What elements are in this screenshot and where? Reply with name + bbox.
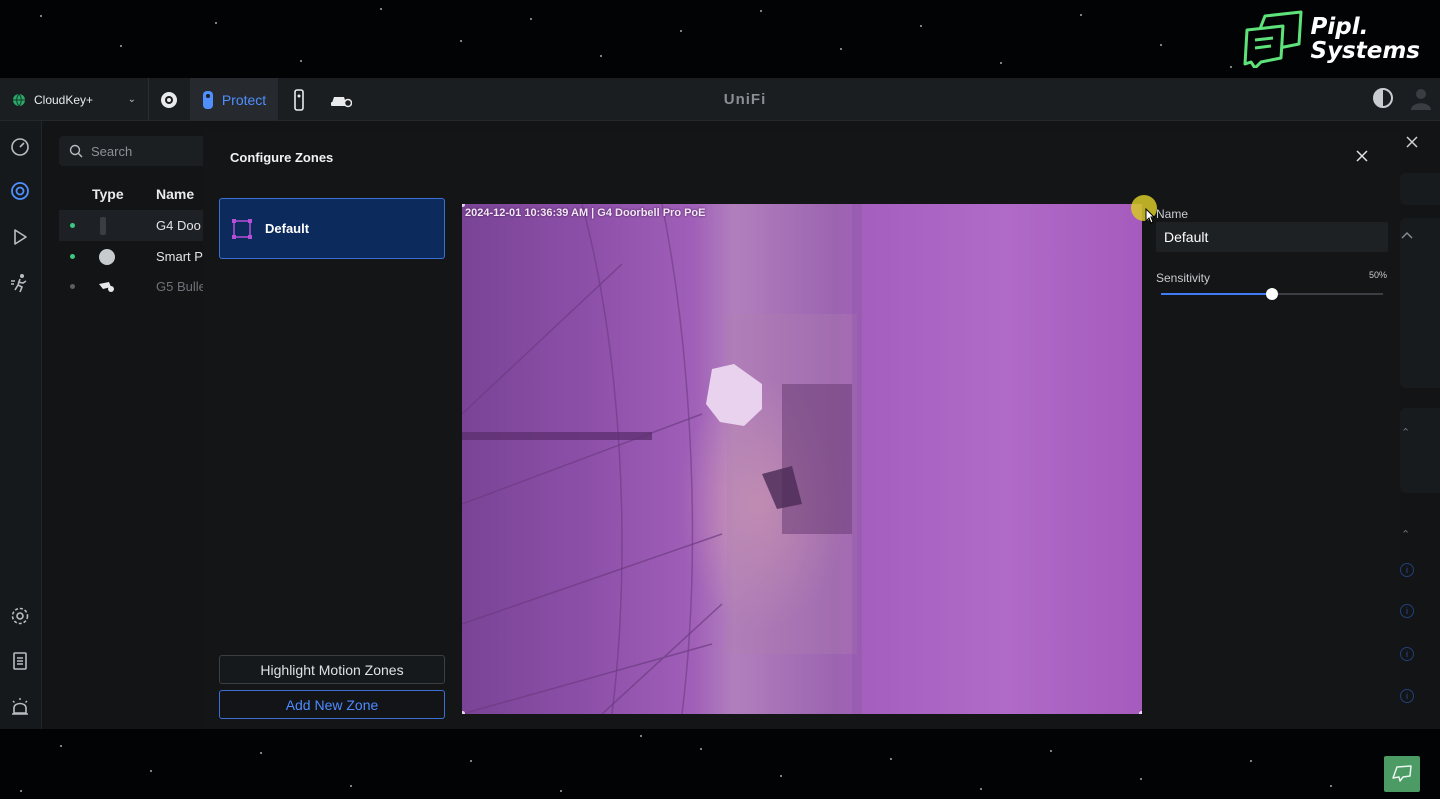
access-app-button[interactable]	[288, 78, 310, 121]
pipl-systems-logo-icon	[1243, 10, 1302, 68]
chevron-down-icon: ⌄	[127, 94, 136, 105]
theme-toggle-icon[interactable]	[1373, 88, 1393, 108]
top-bar: CloudKey+ ⌄ Protect UniFi	[0, 78, 1440, 121]
chat-button[interactable]	[1384, 756, 1420, 792]
device-list-panel: Search Type Name G4 Doo Smart P G5 Bulle	[43, 121, 229, 729]
doorbell-icon	[100, 216, 106, 235]
brand-name-line2: Systems	[1310, 38, 1421, 64]
bullet-camera-icon	[99, 281, 114, 292]
network-app-icon	[161, 91, 177, 108]
device-name: G5 Bulle	[156, 279, 206, 294]
zone-name-label: Name	[1156, 207, 1189, 221]
sensitivity-label: Sensitivity	[1156, 271, 1211, 285]
device-name: G4 Doo	[156, 218, 201, 233]
add-new-zone-button[interactable]: Add New Zone	[219, 690, 445, 719]
info-icon[interactable]: i	[1400, 689, 1414, 703]
search-placeholder: Search	[91, 143, 133, 159]
divider	[148, 78, 149, 121]
smart-sensor-icon	[99, 248, 115, 265]
protect-app-icon	[202, 90, 213, 109]
background-panel	[1400, 218, 1440, 388]
zone-item-default[interactable]: Default	[219, 198, 445, 259]
info-icon[interactable]: i	[1400, 563, 1414, 577]
console-name: CloudKey+	[34, 92, 94, 107]
mouse-cursor-icon	[1145, 208, 1155, 224]
chevron-up-icon[interactable]	[1401, 231, 1413, 239]
motion-detection-icon[interactable]	[8, 271, 32, 295]
background-panel	[1400, 408, 1440, 493]
protect-app-label: Protect	[221, 91, 267, 108]
zone-corner-handle[interactable]	[1139, 711, 1142, 714]
access-app-icon	[294, 88, 304, 111]
configure-zones-modal: Configure Zones Default Highlight Motion…	[203, 130, 1413, 729]
unifi-title: UniFi	[723, 91, 767, 108]
console-selector[interactable]: CloudKey+ ⌄	[0, 78, 148, 121]
background-panel	[1400, 173, 1440, 205]
status-online-dot	[70, 223, 75, 228]
chevron-up-icon[interactable]: ⌃	[1401, 528, 1410, 541]
search-input[interactable]: Search	[59, 136, 209, 166]
sensitivity-slider-thumb[interactable]	[1266, 288, 1278, 300]
devices-icon[interactable]	[8, 179, 32, 203]
camera-timestamp: 2024-12-01 10:36:39 AM | G4 Doorbell Pro…	[465, 207, 706, 219]
close-icon[interactable]	[1406, 136, 1418, 148]
info-icon[interactable]: i	[1400, 647, 1414, 661]
close-icon[interactable]	[1356, 150, 1368, 162]
status-offline-dot	[70, 284, 75, 289]
network-app-button[interactable]	[150, 78, 188, 121]
sensitivity-value: 50%	[1369, 270, 1388, 280]
vehicle-settings-button[interactable]	[328, 78, 354, 121]
info-icon[interactable]: i	[1400, 604, 1414, 618]
zone-corner-handle[interactable]	[462, 711, 465, 714]
modal-title: Configure Zones	[230, 150, 334, 165]
device-name: Smart P	[156, 249, 203, 264]
zone-name-input[interactable]: Default	[1156, 222, 1388, 252]
chat-icon	[1392, 765, 1412, 782]
zone-label: Default	[265, 221, 310, 236]
protect-app-button[interactable]: Protect	[190, 78, 278, 121]
globe-icon	[13, 93, 25, 107]
sensitivity-slider-fill	[1161, 293, 1272, 295]
search-icon	[69, 144, 83, 158]
status-online-dot	[70, 254, 75, 259]
brand-logo: Pipl. Systems	[1243, 10, 1421, 68]
brand-name-line1: Pipl.	[1310, 14, 1369, 40]
vehicle-settings-icon	[331, 96, 352, 107]
play-icon[interactable]	[8, 225, 32, 249]
highlight-motion-zones-button[interactable]: Highlight Motion Zones	[219, 655, 445, 684]
settings-icon[interactable]	[8, 604, 32, 628]
chevron-up-icon[interactable]: ⌃	[1401, 426, 1410, 439]
dashboard-icon[interactable]	[8, 135, 32, 159]
zone-shape-icon	[232, 219, 252, 239]
alarm-icon[interactable]	[8, 695, 32, 719]
camera-preview[interactable]: 2024-12-01 10:36:39 AM | G4 Doorbell Pro…	[462, 204, 1142, 714]
camera-scene	[462, 204, 862, 714]
column-header-type[interactable]: Type	[92, 186, 124, 202]
logs-icon[interactable]	[8, 649, 32, 673]
sidebar	[0, 121, 42, 729]
user-avatar-icon[interactable]	[1410, 87, 1432, 111]
column-header-name[interactable]: Name	[156, 186, 194, 202]
sensitivity-slider[interactable]	[1161, 288, 1383, 300]
